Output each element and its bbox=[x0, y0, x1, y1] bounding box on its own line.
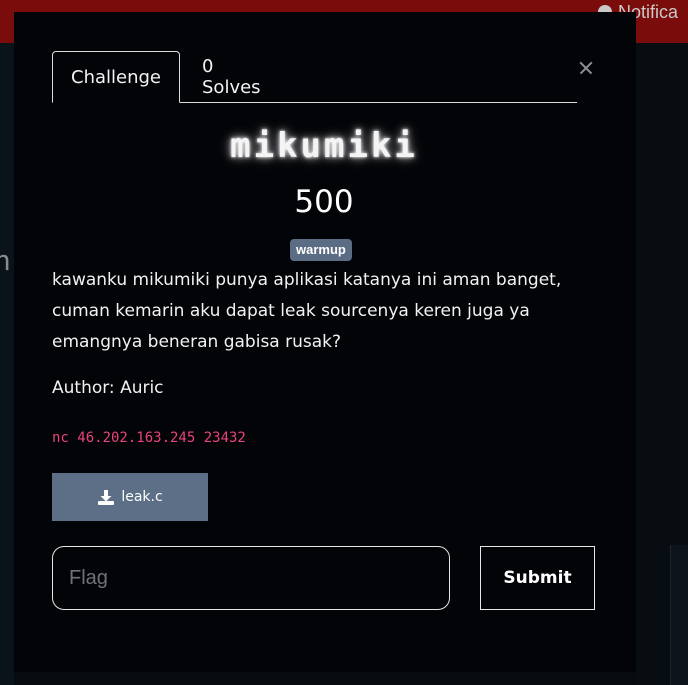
flag-input[interactable] bbox=[52, 546, 450, 610]
page: Notifica n Challenge 0 Solves mikumiki 5… bbox=[0, 0, 688, 685]
background-left-text: n bbox=[0, 244, 11, 277]
connection-command: nc 46.202.163.245 23432 bbox=[52, 430, 246, 446]
challenge-points: 500 bbox=[294, 184, 354, 220]
tab-challenge[interactable]: Challenge bbox=[52, 51, 180, 103]
tab-solves[interactable]: 0 Solves bbox=[202, 51, 274, 102]
close-icon[interactable] bbox=[577, 59, 595, 77]
modal-tabs: Challenge 0 Solves bbox=[52, 51, 577, 103]
challenge-description: kawanku mikumiki punya aplikasi katanya … bbox=[52, 270, 562, 352]
challenge-title: mikumiki bbox=[230, 126, 418, 166]
download-icon bbox=[98, 489, 115, 505]
submit-button[interactable]: Submit bbox=[480, 546, 595, 610]
download-file-label: leak.c bbox=[121, 489, 163, 505]
download-file-button[interactable]: leak.c bbox=[52, 473, 208, 521]
category-tag: warmup bbox=[290, 239, 352, 261]
challenge-modal: Challenge 0 Solves mikumiki 500 warmup k… bbox=[14, 12, 636, 672]
background-right-card bbox=[670, 545, 688, 685]
background-left-panel bbox=[0, 43, 14, 685]
challenge-author: Author: Auric bbox=[52, 378, 164, 398]
